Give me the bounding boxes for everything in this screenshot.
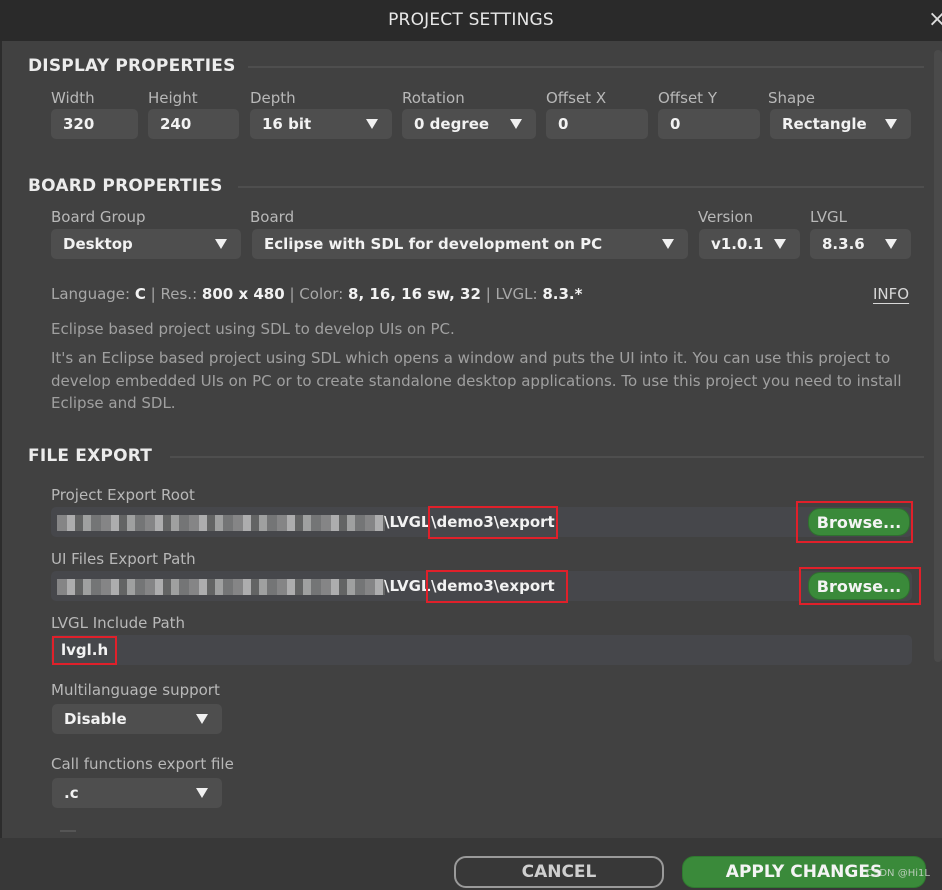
lvgl-value: 8.3.6 (822, 235, 865, 253)
partially-hidden-control (60, 830, 76, 832)
offset-x-input[interactable]: 0 (546, 109, 648, 139)
chevron-down-icon (774, 239, 786, 249)
version-select[interactable]: v1.0.1 (699, 229, 800, 259)
chevron-down-icon (366, 119, 378, 129)
info-separator: | (289, 285, 295, 303)
project-export-root-input[interactable]: \LVGL \demo3\export (51, 507, 912, 537)
language-label: Language: (51, 285, 131, 303)
browse-ui-files-button[interactable]: Browse... (808, 572, 910, 600)
lvgl-label: LVGL (810, 208, 847, 226)
board-label: Board (250, 208, 295, 226)
version-value: v1.0.1 (711, 235, 764, 253)
ui-files-export-prefix: \LVGL (384, 577, 431, 595)
display-properties-heading: DISPLAY PROPERTIES (28, 56, 236, 76)
section-divider (170, 456, 924, 458)
height-label: Height (148, 89, 198, 107)
board-short-description: Eclipse based project using SDL to devel… (51, 320, 455, 338)
chevron-down-icon (885, 119, 897, 129)
project-export-root-suffix: \demo3\export (431, 513, 555, 531)
width-input[interactable]: 320 (51, 109, 138, 139)
color-label: Color: (299, 285, 344, 303)
chevron-down-icon (885, 239, 897, 249)
width-label: Width (51, 89, 95, 107)
left-edge (0, 41, 2, 838)
height-input[interactable]: 240 (148, 109, 239, 139)
depth-label: Depth (250, 89, 296, 107)
section-divider (248, 66, 924, 68)
chevron-down-icon (196, 788, 208, 798)
color-value: 8, 16, 16 sw, 32 (348, 285, 481, 303)
lvgl-include-path-value: lvgl.h (61, 641, 109, 659)
info-link[interactable]: INFO (873, 285, 909, 303)
rotation-value: 0 degree (414, 115, 490, 133)
depth-select[interactable]: 16 bit (250, 109, 392, 139)
offset-x-label: Offset X (546, 89, 607, 107)
depth-value: 16 bit (262, 115, 312, 133)
cancel-button[interactable]: CANCEL (454, 856, 664, 888)
file-export-heading: FILE EXPORT (28, 446, 153, 466)
offset-y-value: 0 (670, 115, 681, 133)
chevron-down-icon (510, 119, 522, 129)
scrollbar[interactable] (934, 50, 942, 662)
call-functions-label: Call functions export file (51, 755, 234, 773)
board-group-label: Board Group (51, 208, 146, 226)
shape-select[interactable]: Rectangle (770, 109, 911, 139)
version-label: Version (698, 208, 754, 226)
project-export-root-prefix: \LVGL (384, 513, 431, 531)
chevron-down-icon (196, 714, 208, 724)
rotation-label: Rotation (402, 89, 465, 107)
resolution-label: Res.: (160, 285, 198, 303)
dialog-title: PROJECT SETTINGS (388, 10, 554, 30)
lvgl-include-path-input[interactable]: lvgl.h (51, 635, 912, 665)
ui-files-export-suffix: \demo3\export (431, 577, 555, 595)
browse-project-root-button[interactable]: Browse... (808, 508, 910, 536)
ui-files-export-path-label: UI Files Export Path (51, 550, 196, 568)
call-functions-select[interactable]: .c (52, 778, 222, 808)
rotation-select[interactable]: 0 degree (402, 109, 536, 139)
shape-value: Rectangle (782, 115, 867, 133)
offset-x-value: 0 (558, 115, 569, 133)
lvgl-include-path-label: LVGL Include Path (51, 614, 186, 632)
board-group-value: Desktop (63, 235, 133, 253)
resolution-value: 800 x 480 (201, 285, 285, 303)
info-separator: | (485, 285, 491, 303)
board-select[interactable]: Eclipse with SDL for development on PC (252, 229, 688, 259)
multilanguage-select[interactable]: Disable (52, 704, 222, 734)
board-long-description: It's an Eclipse based project using SDL … (51, 349, 902, 412)
redacted-path (57, 515, 385, 531)
board-info-line: Language: C | Res.: 800 x 480 | Color: 8… (51, 285, 582, 303)
title-bar: PROJECT SETTINGS × (0, 0, 942, 41)
offset-y-input[interactable]: 0 (658, 109, 760, 139)
shape-label: Shape (768, 89, 815, 107)
info-separator: | (150, 285, 156, 303)
lvgl-select[interactable]: 8.3.6 (810, 229, 911, 259)
language-value: C (134, 285, 146, 303)
board-group-select[interactable]: Desktop (51, 229, 241, 259)
multilanguage-value: Disable (64, 710, 127, 728)
ui-files-export-path-input[interactable]: \LVGL \demo3\export (51, 571, 912, 601)
watermark: CSDN @Hi1L (866, 868, 930, 879)
lvgl-version-value: 8.3.* (542, 285, 583, 303)
width-value: 320 (63, 115, 95, 133)
redacted-path (57, 579, 385, 595)
lvgl-version-label: LVGL: (495, 285, 538, 303)
multilanguage-label: Multilanguage support (51, 681, 220, 699)
close-icon[interactable]: × (928, 7, 942, 32)
board-value: Eclipse with SDL for development on PC (264, 235, 603, 253)
chevron-down-icon (662, 239, 674, 249)
board-properties-heading: BOARD PROPERTIES (28, 176, 223, 196)
project-export-root-label: Project Export Root (51, 486, 195, 504)
call-functions-value: .c (64, 784, 79, 802)
offset-y-label: Offset Y (658, 89, 717, 107)
height-value: 240 (160, 115, 192, 133)
chevron-down-icon (215, 239, 227, 249)
section-divider (238, 186, 924, 188)
